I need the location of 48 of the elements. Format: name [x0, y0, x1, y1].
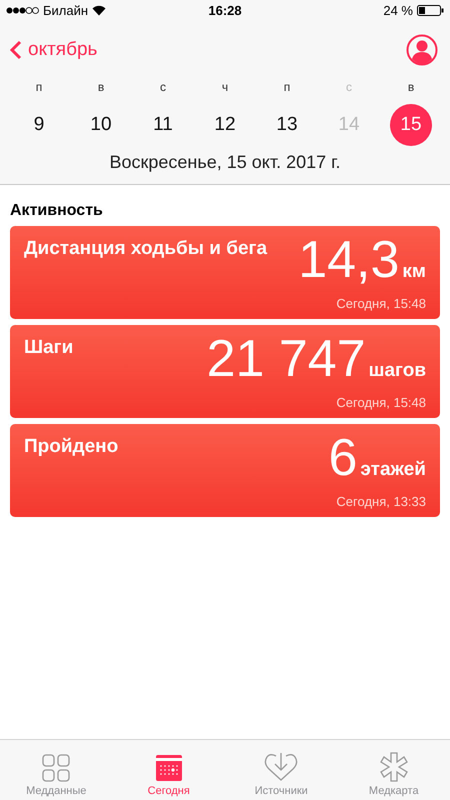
- weekday-label: ч: [222, 80, 228, 96]
- signal-icon: [6, 6, 39, 14]
- metric-unit: км: [402, 261, 426, 283]
- heart-download-icon: [264, 752, 298, 782]
- activity-card[interactable]: Дистанция ходьбы и бега 14,3 км Сегодня, 15:48: [10, 226, 440, 319]
- back-button[interactable]: октябрь: [10, 39, 98, 61]
- section-title: Активность: [10, 202, 104, 220]
- day-button[interactable]: 12: [204, 104, 246, 146]
- day-button[interactable]: 13: [266, 104, 308, 146]
- weekday-label: в: [98, 80, 104, 96]
- metric-value: 21 747: [206, 333, 366, 385]
- metric-value: 14,3: [298, 234, 400, 286]
- weekday-label: с: [346, 80, 352, 96]
- tab-button[interactable]: Медданные: [0, 740, 112, 800]
- card-title: Шаги: [24, 337, 74, 359]
- date-title: Воскресенье, 15 окт. 2017 г.: [108, 151, 342, 174]
- day-button[interactable]: 10: [80, 104, 122, 146]
- timestamp: Сегодня, 15:48: [336, 395, 426, 410]
- weekday-label: в: [408, 80, 414, 96]
- weekday-label: с: [160, 80, 166, 96]
- chevron-left-icon: [10, 40, 22, 60]
- tab-button[interactable]: Источники: [225, 740, 338, 800]
- card-title: Дистанция ходьбы и бега: [24, 238, 268, 260]
- weekday-label: п: [284, 80, 290, 96]
- calendar-icon: [154, 754, 183, 782]
- day-button[interactable]: 14: [328, 104, 370, 146]
- day-button[interactable]: 9: [18, 104, 60, 146]
- clock-time: 16:28: [208, 2, 242, 18]
- battery-icon: [417, 4, 444, 16]
- wifi-icon: [92, 4, 106, 16]
- grid-icon: [42, 754, 70, 782]
- battery-percent: 24 %: [383, 2, 413, 18]
- timestamp: Сегодня, 15:48: [336, 296, 426, 311]
- profile-icon[interactable]: [406, 34, 438, 66]
- timestamp: Сегодня, 13:33: [336, 494, 426, 509]
- day-button[interactable]: 11: [142, 104, 184, 146]
- card-title: Пройдено: [24, 436, 118, 458]
- day-button[interactable]: 15: [390, 104, 432, 146]
- metric-unit: этажей: [360, 459, 426, 481]
- tab-button[interactable]: Медкарта: [338, 740, 450, 800]
- metric-value: 6: [328, 432, 358, 484]
- weekday-label: п: [36, 80, 42, 96]
- asterisk-icon: [378, 752, 409, 782]
- tab-button[interactable]: Сегодня: [112, 740, 225, 800]
- metric-unit: шагов: [368, 360, 426, 382]
- activity-card[interactable]: Пройдено 6 этажей Сегодня, 13:33: [10, 424, 440, 517]
- carrier-name: Билайн: [43, 2, 88, 18]
- activity-card[interactable]: Шаги 21 747 шагов Сегодня, 15:48: [10, 325, 440, 418]
